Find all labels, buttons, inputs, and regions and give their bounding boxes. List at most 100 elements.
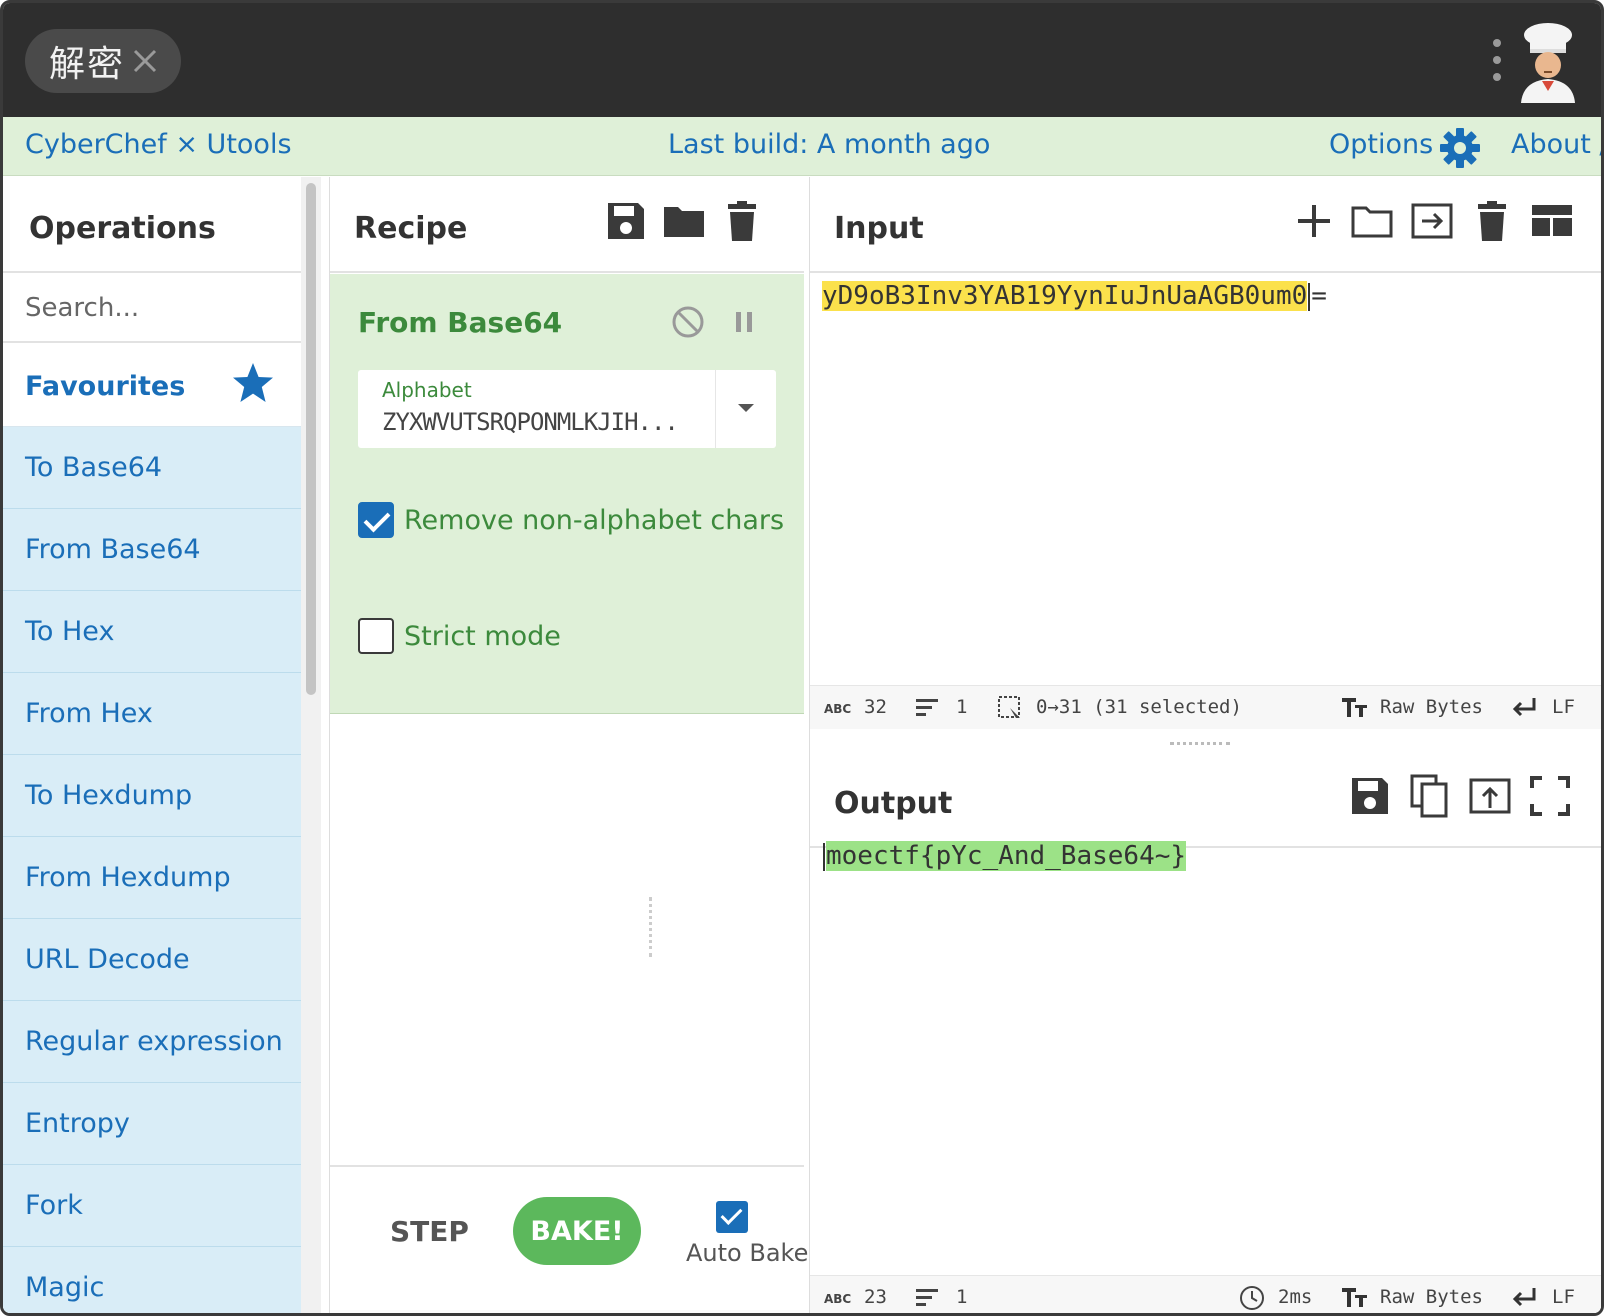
clock-icon — [1240, 1286, 1264, 1310]
operation-item[interactable]: Fork — [3, 1165, 301, 1247]
plus-icon[interactable] — [1292, 199, 1336, 243]
operation-item[interactable]: From Hexdump — [3, 837, 301, 919]
output-encoding[interactable]: Raw Bytes — [1380, 1286, 1483, 1308]
operation-item[interactable]: To Hex — [3, 591, 301, 673]
recipe-panel: Recipe From Base64 Alphabet ZYXWVUTSRQPO… — [329, 177, 808, 1313]
lines-icon — [916, 699, 938, 716]
text-caret — [1308, 282, 1311, 311]
operations-scrollbar-thumb[interactable] — [306, 183, 316, 695]
operations-header: Operations — [3, 177, 301, 273]
build-info[interactable]: Last build: A month ago — [668, 129, 990, 160]
output-status-bar: ABC 23 1 2ms Raw Bytes LF — [810, 1275, 1601, 1313]
save-icon[interactable] — [1348, 774, 1392, 818]
copy-icon[interactable] — [1408, 774, 1452, 818]
output-title: Output — [834, 786, 953, 821]
remove-non-alphabet-checkbox[interactable] — [358, 502, 394, 538]
output-text: moectf{pYc_And_Base64~} — [826, 841, 1187, 871]
remove-non-alphabet-option[interactable]: Remove non-alphabet chars — [358, 502, 784, 538]
auto-bake-label: Auto Bake — [686, 1239, 809, 1267]
bake-time: 2ms — [1278, 1286, 1313, 1308]
output-textarea[interactable]: moectf{pYc_And_Base64~} — [822, 841, 1187, 871]
operation-item[interactable]: To Hexdump — [3, 755, 301, 837]
import-icon[interactable] — [1410, 199, 1454, 243]
pane-resize-handle[interactable] — [1170, 742, 1230, 746]
text-format-icon[interactable] — [1340, 1284, 1370, 1310]
top-banner: CyberChef × Utools Last build: A month a… — [3, 117, 1601, 176]
close-icon[interactable] — [127, 43, 163, 79]
operation-item[interactable]: Entropy — [3, 1083, 301, 1165]
input-header: Input — [810, 177, 1601, 273]
alphabet-label: Alphabet — [382, 378, 472, 402]
alphabet-select[interactable]: Alphabet ZYXWVUTSRQPONMLKJIH... — [358, 370, 776, 448]
eol-icon — [1512, 698, 1536, 717]
pause-icon[interactable] — [726, 304, 762, 340]
strict-mode-option[interactable]: Strict mode — [358, 618, 561, 654]
operation-item[interactable]: From Hex — [3, 673, 301, 755]
input-remaining-text: = — [1311, 281, 1327, 311]
folder-icon[interactable] — [1350, 199, 1394, 243]
favourites-category[interactable]: Favourites — [3, 345, 301, 427]
operation-item[interactable]: From Base64 — [3, 509, 301, 591]
operations-title: Operations — [29, 211, 216, 246]
layout-icon[interactable] — [1530, 199, 1574, 243]
step-button[interactable]: STEP — [390, 1215, 469, 1248]
auto-bake-checkbox[interactable] — [716, 1201, 748, 1233]
disable-icon[interactable] — [670, 304, 706, 340]
output-lines: 1 — [956, 1286, 968, 1308]
app-window: 解密 CyberChef × Utools Last build: A mont… — [0, 0, 1604, 1316]
trash-icon[interactable] — [720, 199, 764, 243]
selection-icon — [998, 696, 1020, 718]
eol-icon — [1512, 1288, 1536, 1307]
star-icon — [233, 363, 273, 402]
app-name-link[interactable]: CyberChef × Utools — [25, 129, 292, 160]
operation-item[interactable]: Regular expression — [3, 1001, 301, 1083]
chevron-down-icon[interactable] — [715, 370, 776, 448]
upload-icon[interactable] — [1468, 774, 1512, 818]
recipe-header: Recipe — [330, 177, 804, 273]
alphabet-value: ZYXWVUTSRQPONMLKJIH... — [382, 408, 679, 436]
recipe-title: Recipe — [354, 211, 468, 246]
strict-mode-checkbox[interactable] — [358, 618, 394, 654]
kebab-menu-icon[interactable] — [1491, 39, 1503, 83]
search-input[interactable] — [3, 275, 301, 341]
operations-list: To Base64 From Base64 To Hex From Hex To… — [3, 427, 301, 1313]
input-selected-text: yD9oB3Inv3YAB19YynIuJnUaAGB0um0 — [822, 281, 1308, 311]
text-format-icon[interactable] — [1340, 694, 1370, 720]
tab-label: 解密 — [49, 44, 126, 85]
input-status-bar: ABC 32 1 0→31 (31 selected) Raw Bytes LF — [810, 685, 1601, 729]
input-selection: 0→31 (31 selected) — [1036, 696, 1242, 718]
operation-item[interactable]: Magic — [3, 1247, 301, 1313]
recipe-operation-from-base64: From Base64 Alphabet ZYXWVUTSRQPONMLKJIH… — [330, 274, 804, 714]
output-length: 23 — [864, 1286, 887, 1308]
input-lines: 1 — [956, 696, 968, 718]
operation-item[interactable]: URL Decode — [3, 919, 301, 1001]
output-header: Output — [810, 752, 1601, 848]
abc-icon: ABC — [824, 702, 852, 716]
operation-item[interactable]: To Base64 — [3, 427, 301, 509]
lines-icon — [916, 1289, 938, 1306]
fullscreen-icon[interactable] — [1528, 774, 1572, 818]
operations-search — [3, 275, 301, 343]
gear-icon[interactable] — [1439, 127, 1481, 169]
abc-icon: ABC — [824, 1292, 852, 1306]
remove-non-alphabet-label: Remove non-alphabet chars — [404, 504, 785, 536]
folder-icon[interactable] — [662, 199, 706, 243]
column-resize-handle[interactable] — [649, 897, 653, 957]
trash-icon[interactable] — [1470, 199, 1514, 243]
about-link[interactable]: About / — [1511, 129, 1601, 160]
favourites-label: Favourites — [25, 371, 186, 402]
save-icon[interactable] — [604, 199, 648, 243]
input-encoding[interactable]: Raw Bytes — [1380, 696, 1483, 718]
operation-name: From Base64 — [358, 306, 563, 339]
input-eol[interactable]: LF — [1552, 696, 1575, 718]
options-link[interactable]: Options — [1329, 129, 1433, 160]
recipe-controls: STEP BAKE! Auto Bake — [330, 1165, 808, 1313]
tab-decrypt[interactable]: 解密 — [25, 29, 181, 93]
operations-panel: Operations Favourites To Base64 From Bas… — [3, 177, 321, 1313]
output-eol[interactable]: LF — [1552, 1286, 1575, 1308]
bake-button[interactable]: BAKE! — [513, 1197, 641, 1265]
input-textarea[interactable]: yD9oB3Inv3YAB19YynIuJnUaAGB0um0 = — [822, 281, 1327, 311]
io-panel: Input yD9oB3Inv3YAB19YynIuJnUaAGB0um0 = … — [809, 177, 1601, 1313]
chef-avatar-icon[interactable] — [1515, 21, 1581, 103]
text-caret — [823, 842, 825, 871]
